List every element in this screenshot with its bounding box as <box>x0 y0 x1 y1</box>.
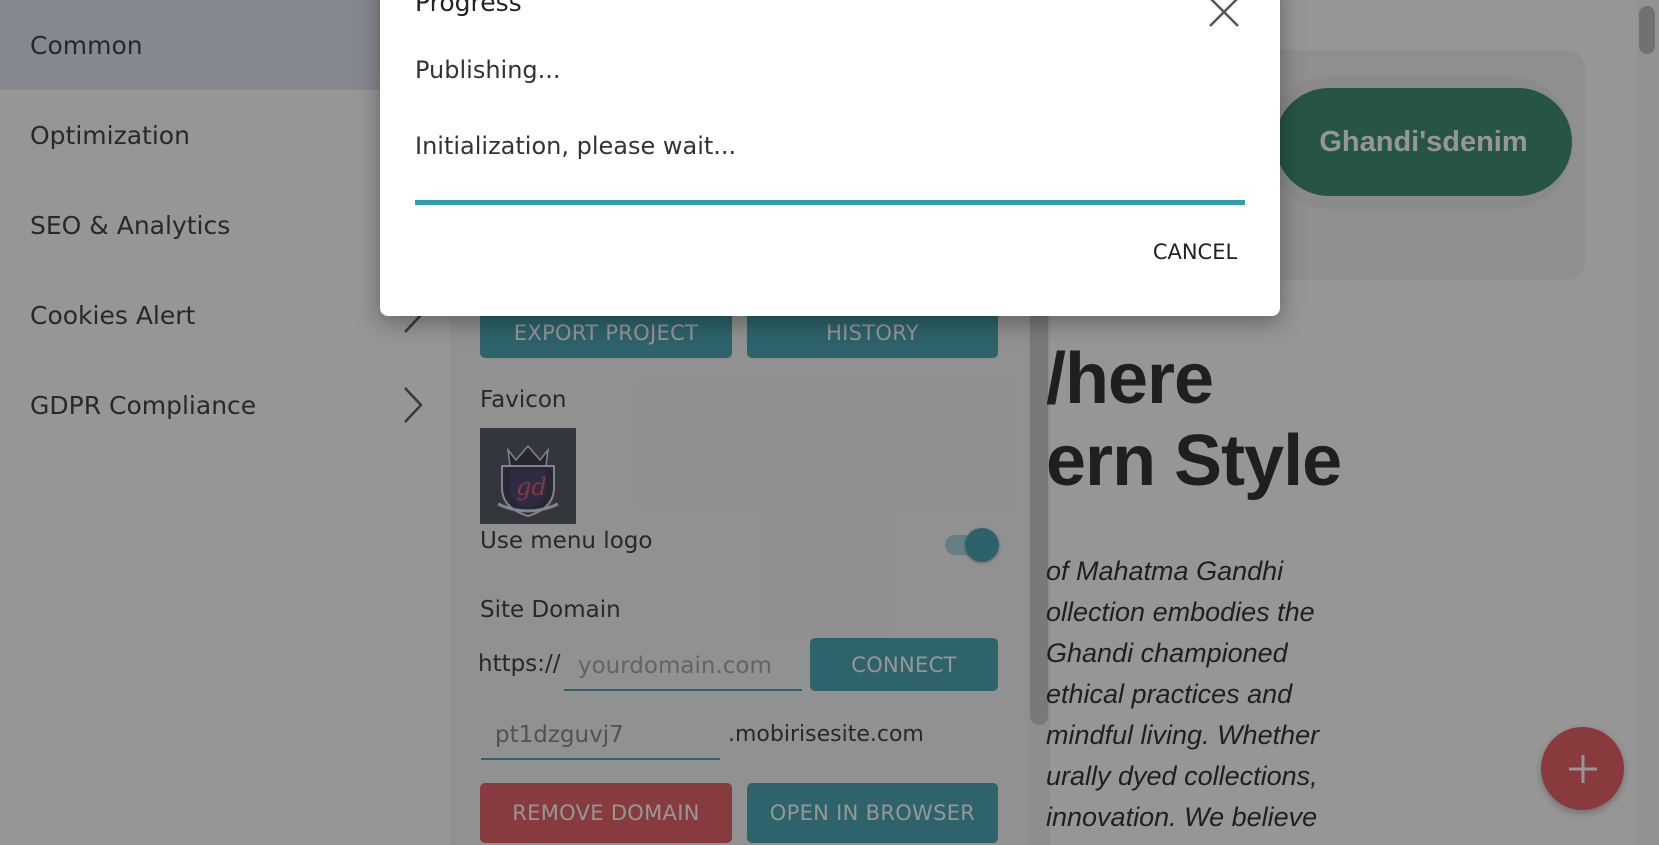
dialog-title: Progress <box>415 0 522 17</box>
progress-dialog: Progress Publishing... Initialization, p… <box>380 0 1280 316</box>
close-icon[interactable] <box>1206 0 1242 30</box>
dialog-status: Publishing... <box>415 56 561 84</box>
progress-bar <box>415 200 1245 205</box>
cancel-button[interactable]: CANCEL <box>1140 232 1250 272</box>
progress-bar-fill <box>415 200 1245 205</box>
cancel-label: CANCEL <box>1152 240 1238 264</box>
dialog-message: Initialization, please wait... <box>415 132 737 160</box>
